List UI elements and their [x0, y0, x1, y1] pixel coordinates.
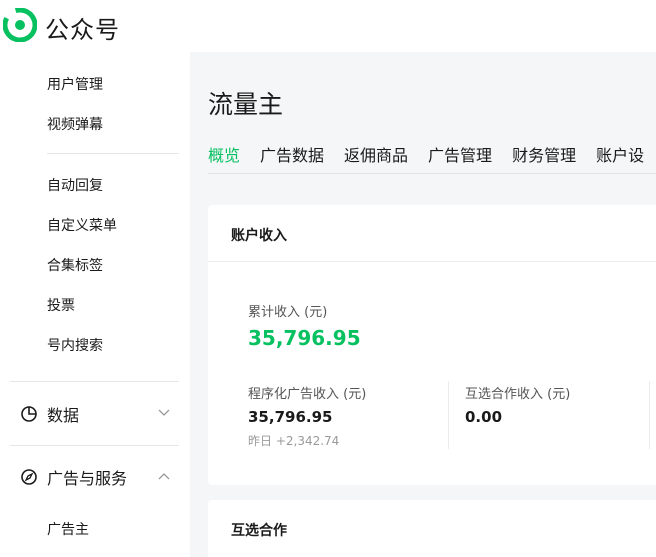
sidebar-item-advertiser[interactable]: 广告主 [47, 519, 89, 539]
account-income-card: 账户收入 累计收入 (元) 35,796.95 程序化广告收入 (元) 35,7… [208, 205, 656, 485]
mutual-income-block: 互选合作收入 (元) 0.00 [465, 383, 645, 451]
tab-overview[interactable]: 概览 [208, 142, 240, 173]
sidebar-item-custom-menu[interactable]: 自定义菜单 [47, 215, 117, 235]
page-title: 流量主 [208, 90, 284, 119]
tab-ad-management[interactable]: 广告管理 [428, 142, 492, 173]
sidebar-divider [10, 445, 179, 446]
sidebar-item-video-danmaku[interactable]: 视频弹幕 [47, 114, 103, 134]
main-content: 流量主 概览 广告数据 返佣商品 广告管理 财务管理 账户设 账户收入 累计收入 (元) … [190, 52, 656, 557]
card-title: 互选合作 [231, 523, 287, 539]
programmatic-income-label: 程序化广告收入 (元) [248, 387, 367, 402]
column-divider [448, 381, 449, 449]
sidebar-nav: 用户管理 视频弹幕 自动回复 自定义菜单 合集标签 投票 号内搜索 数据 广告与… [0, 52, 190, 557]
chevron-up-icon [158, 473, 170, 480]
tab-ad-data[interactable]: 广告数据 [260, 142, 324, 173]
top-bar: 公众号 [0, 0, 656, 52]
sidebar-divider [10, 381, 179, 382]
app-brand-title[interactable]: 公众号 [45, 10, 120, 45]
column-divider [649, 381, 650, 449]
tab-bar: 概览 广告数据 返佣商品 广告管理 财务管理 账户设 [208, 142, 656, 174]
sidebar-group-label: 广告与服务 [47, 469, 128, 488]
sidebar-divider [47, 153, 179, 154]
mutual-cooperation-card: 互选合作 [208, 500, 656, 557]
sidebar-group-label: 数据 [47, 406, 80, 425]
cumulative-income-value: 35,796.95 [248, 326, 361, 350]
sidebar-group-data[interactable]: 数据 [20, 402, 180, 426]
sidebar-item-user-management[interactable]: 用户管理 [47, 74, 103, 94]
sidebar-item-in-account-search[interactable]: 号内搜索 [47, 335, 103, 355]
sidebar-group-ads-services[interactable]: 广告与服务 [20, 465, 180, 489]
programmatic-income-value: 35,796.95 [248, 408, 333, 426]
programmatic-income-block: 程序化广告收入 (元) 35,796.95 昨日 +2,342.74 [248, 383, 443, 451]
pie-chart-icon [21, 406, 37, 422]
sidebar-item-auto-reply[interactable]: 自动回复 [47, 175, 103, 195]
wechat-official-accounts-logo-icon[interactable] [3, 8, 37, 42]
card-title: 账户收入 [208, 205, 656, 262]
tab-rebate-products[interactable]: 返佣商品 [344, 142, 408, 173]
cumulative-income-label: 累计收入 (元) [248, 305, 328, 320]
sidebar-item-collection-tags[interactable]: 合集标签 [47, 255, 103, 275]
sidebar-item-vote[interactable]: 投票 [47, 295, 75, 315]
compass-icon [21, 469, 37, 485]
tab-finance-management[interactable]: 财务管理 [512, 142, 576, 173]
mutual-income-label: 互选合作收入 (元) [465, 387, 571, 402]
tab-account-settings[interactable]: 账户设 [596, 142, 644, 173]
mutual-income-value: 0.00 [465, 408, 503, 426]
chevron-down-icon [158, 409, 170, 416]
programmatic-income-delta: 昨日 +2,342.74 [248, 434, 340, 448]
